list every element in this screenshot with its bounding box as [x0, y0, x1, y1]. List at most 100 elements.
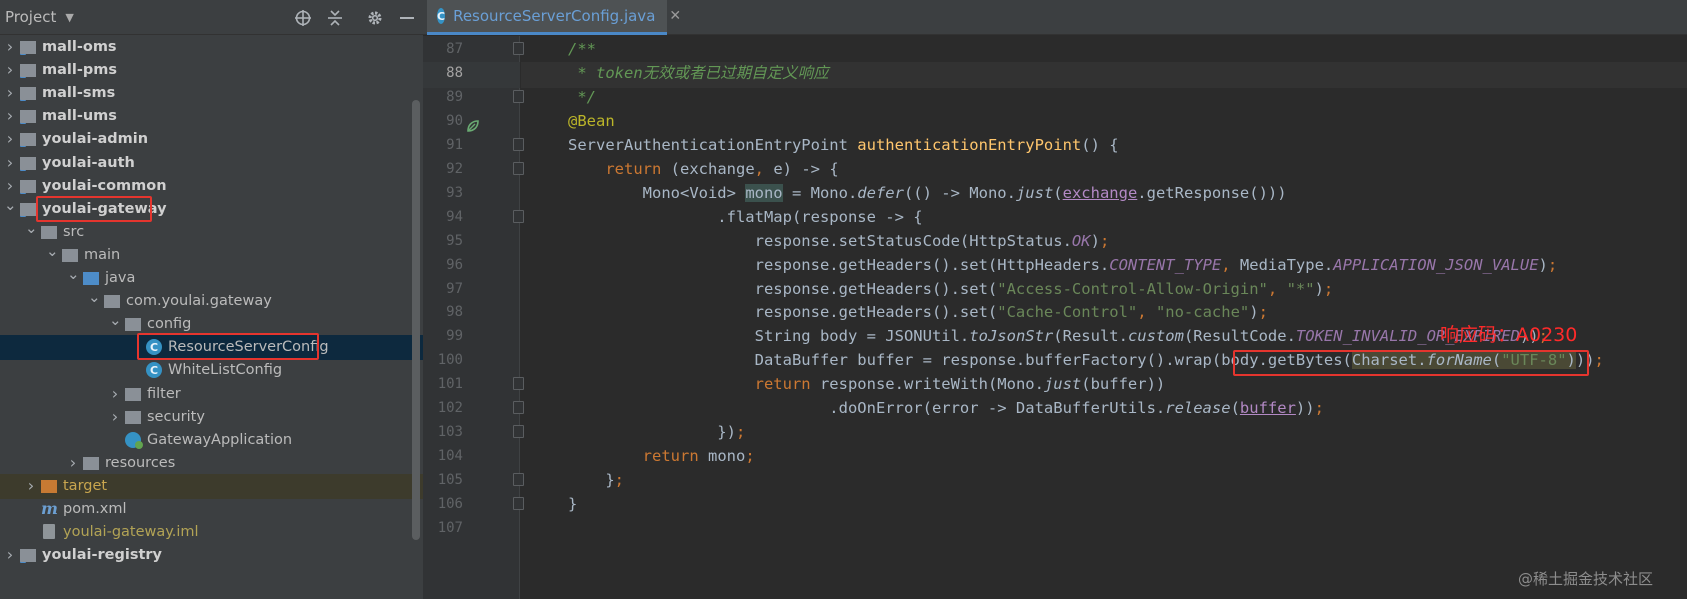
chevron-down-icon[interactable]: ⌄ [4, 197, 17, 212]
code-line-106[interactable]: } [568, 491, 577, 517]
tree-item-security[interactable]: › security [0, 405, 423, 430]
chevron-right-icon[interactable]: › [4, 62, 16, 78]
chevron-down-icon[interactable]: ⌄ [25, 220, 38, 235]
chevron-right-icon[interactable]: › [109, 385, 121, 401]
chevron-right-icon[interactable]: › [4, 177, 16, 193]
chevron-right-icon[interactable]: › [67, 454, 79, 470]
code-line-98[interactable]: response.getHeaders().set("Cache-Control… [568, 299, 1268, 325]
tree-item-label: youlai-admin [42, 131, 149, 148]
tree-item-filter[interactable]: › filter [0, 382, 423, 407]
line-number: 97 [446, 280, 463, 297]
java-class-icon: C [437, 8, 446, 24]
code-line-96[interactable]: response.getHeaders().set(HttpHeaders.CO… [568, 252, 1558, 278]
code-line-105[interactable]: }; [568, 467, 624, 493]
tree-item-mall-ums[interactable]: › mall-ums [0, 104, 423, 129]
spring-bean-gutter-icon[interactable] [466, 119, 480, 133]
tree-item-target[interactable]: › target [0, 473, 423, 499]
code-line-87[interactable]: /** [568, 36, 596, 62]
chevron-right-icon[interactable]: › [25, 477, 37, 493]
tree-item-label: src [63, 223, 85, 240]
chevron-right-icon[interactable]: › [4, 39, 16, 55]
tree-item-label: youlai-gateway.iml [63, 524, 199, 541]
package-icon [125, 409, 142, 425]
code-line-93[interactable]: Mono<Void> mono = Mono.defer(() -> Mono.… [568, 180, 1287, 206]
chevron-down-icon[interactable]: ⌄ [46, 243, 59, 258]
tree-item-label: WhiteListConfig [168, 362, 283, 379]
tree-item-whitelistconfig[interactable]: C WhiteListConfig [0, 358, 423, 383]
line-number: 93 [446, 184, 463, 201]
editor-tab-bar: C ResourceServerConfig.java ✕ [423, 0, 1687, 35]
line-number: 89 [446, 88, 463, 105]
line-number: 98 [446, 304, 463, 321]
tree-item-youlai-common[interactable]: › youlai-common [0, 174, 423, 199]
fold-marker-icon[interactable] [513, 137, 524, 151]
tree-item-label: GatewayApplication [147, 431, 293, 448]
code-line-95[interactable]: response.setStatusCode(HttpStatus.OK); [568, 228, 1110, 254]
fold-marker-icon[interactable] [513, 401, 524, 415]
tree-item-main[interactable]: ⌄ main [0, 243, 423, 268]
fold-marker-icon[interactable] [513, 377, 524, 391]
fold-marker-icon[interactable] [513, 497, 524, 511]
chevron-down-icon[interactable]: ⌄ [67, 267, 80, 282]
code-line-91[interactable]: ServerAuthenticationEntryPoint authentic… [568, 132, 1119, 158]
tree-item-src[interactable]: ⌄ src [0, 220, 423, 245]
fold-marker-icon[interactable] [513, 473, 524, 487]
fold-marker-icon[interactable] [513, 425, 524, 439]
hide-minimize-icon[interactable] [396, 7, 418, 29]
spring-boot-class-icon [125, 431, 143, 449]
module-folder-icon [20, 85, 37, 102]
project-panel-title[interactable]: Project [5, 8, 56, 26]
line-number: 101 [437, 376, 463, 393]
project-scrollbar[interactable] [412, 100, 420, 540]
line-number: 87 [446, 41, 463, 57]
chevron-right-icon[interactable]: › [4, 547, 16, 563]
code-line-92[interactable]: return (exchange, e) -> { [568, 156, 838, 182]
chevron-right-icon[interactable]: › [109, 408, 121, 424]
chevron-down-icon[interactable]: ▼ [65, 11, 73, 24]
tab-resourceserverconfig[interactable]: C ResourceServerConfig.java ✕ [427, 0, 681, 35]
tree-item-youlai-auth[interactable]: › youlai-auth [0, 151, 423, 176]
tree-item-mall-sms[interactable]: › mall-sms [0, 81, 423, 106]
chevron-right-icon[interactable]: › [4, 154, 16, 170]
project-panel-header[interactable]: Project ▼ [0, 0, 423, 35]
watermark: @稀土掘金技术社区 [1518, 570, 1654, 588]
tree-item-youlai-gateway-iml[interactable]: youlai-gateway.iml [0, 520, 423, 545]
tree-item-java[interactable]: ⌄ java [0, 266, 423, 291]
code-line-102[interactable]: .doOnError(error -> DataBufferUtils.rele… [568, 395, 1324, 421]
chevron-right-icon[interactable]: › [4, 131, 16, 147]
collapse-all-icon[interactable] [324, 7, 346, 29]
chevron-right-icon[interactable]: › [4, 85, 16, 101]
code-line-89[interactable]: */ [568, 84, 596, 110]
code-line-99[interactable]: String body = JSONUtil.toJsonStr(Result.… [568, 323, 1548, 349]
tree-item-label: youlai-auth [42, 154, 135, 171]
tree-item-mall-pms[interactable]: › mall-pms [0, 58, 423, 83]
tree-item-pom-xml[interactable]: m pom.xml [0, 497, 423, 522]
locate-icon[interactable] [292, 7, 314, 29]
code-line-104[interactable]: return mono; [568, 443, 755, 469]
fold-marker-icon[interactable] [513, 161, 524, 175]
code-line-101[interactable]: return response.writeWith(Mono.just(buff… [568, 371, 1166, 397]
tree-item-com-youlai-gateway[interactable]: ⌄ com.youlai.gateway [0, 289, 423, 314]
code-line-94[interactable]: .flatMap(response -> { [568, 204, 922, 230]
code-line-97[interactable]: response.getHeaders().set("Access-Contro… [568, 276, 1334, 302]
chevron-down-icon[interactable]: ⌄ [109, 313, 122, 328]
response-code-annotation: 响应码：A0230 [1440, 324, 1578, 346]
close-icon[interactable]: ✕ [669, 8, 681, 24]
module-folder-icon [20, 178, 37, 194]
chevron-down-icon[interactable]: ⌄ [88, 290, 101, 305]
fold-marker-icon[interactable] [513, 42, 524, 55]
module-folder-icon [20, 108, 37, 125]
tree-item-gatewayapplication[interactable]: GatewayApplication [0, 428, 423, 453]
tree-item-youlai-registry[interactable]: › youlai-registry [0, 543, 423, 568]
code-line-90[interactable]: @Bean [568, 108, 615, 134]
fold-marker-icon[interactable] [513, 209, 524, 223]
tree-item-youlai-admin[interactable]: › youlai-admin [0, 127, 423, 152]
fold-marker-icon[interactable] [513, 89, 524, 103]
chevron-right-icon[interactable]: › [4, 108, 16, 124]
tree-item-label: com.youlai.gateway [126, 293, 272, 310]
settings-gear-icon[interactable] [364, 7, 386, 29]
tree-item-resources[interactable]: › resources [0, 451, 423, 476]
tree-item-mall-oms[interactable]: › mall-oms [0, 35, 423, 60]
code-line-103[interactable]: }); [568, 419, 745, 445]
code-line-88[interactable]: * token无效或者已过期自定义响应 [568, 60, 828, 86]
